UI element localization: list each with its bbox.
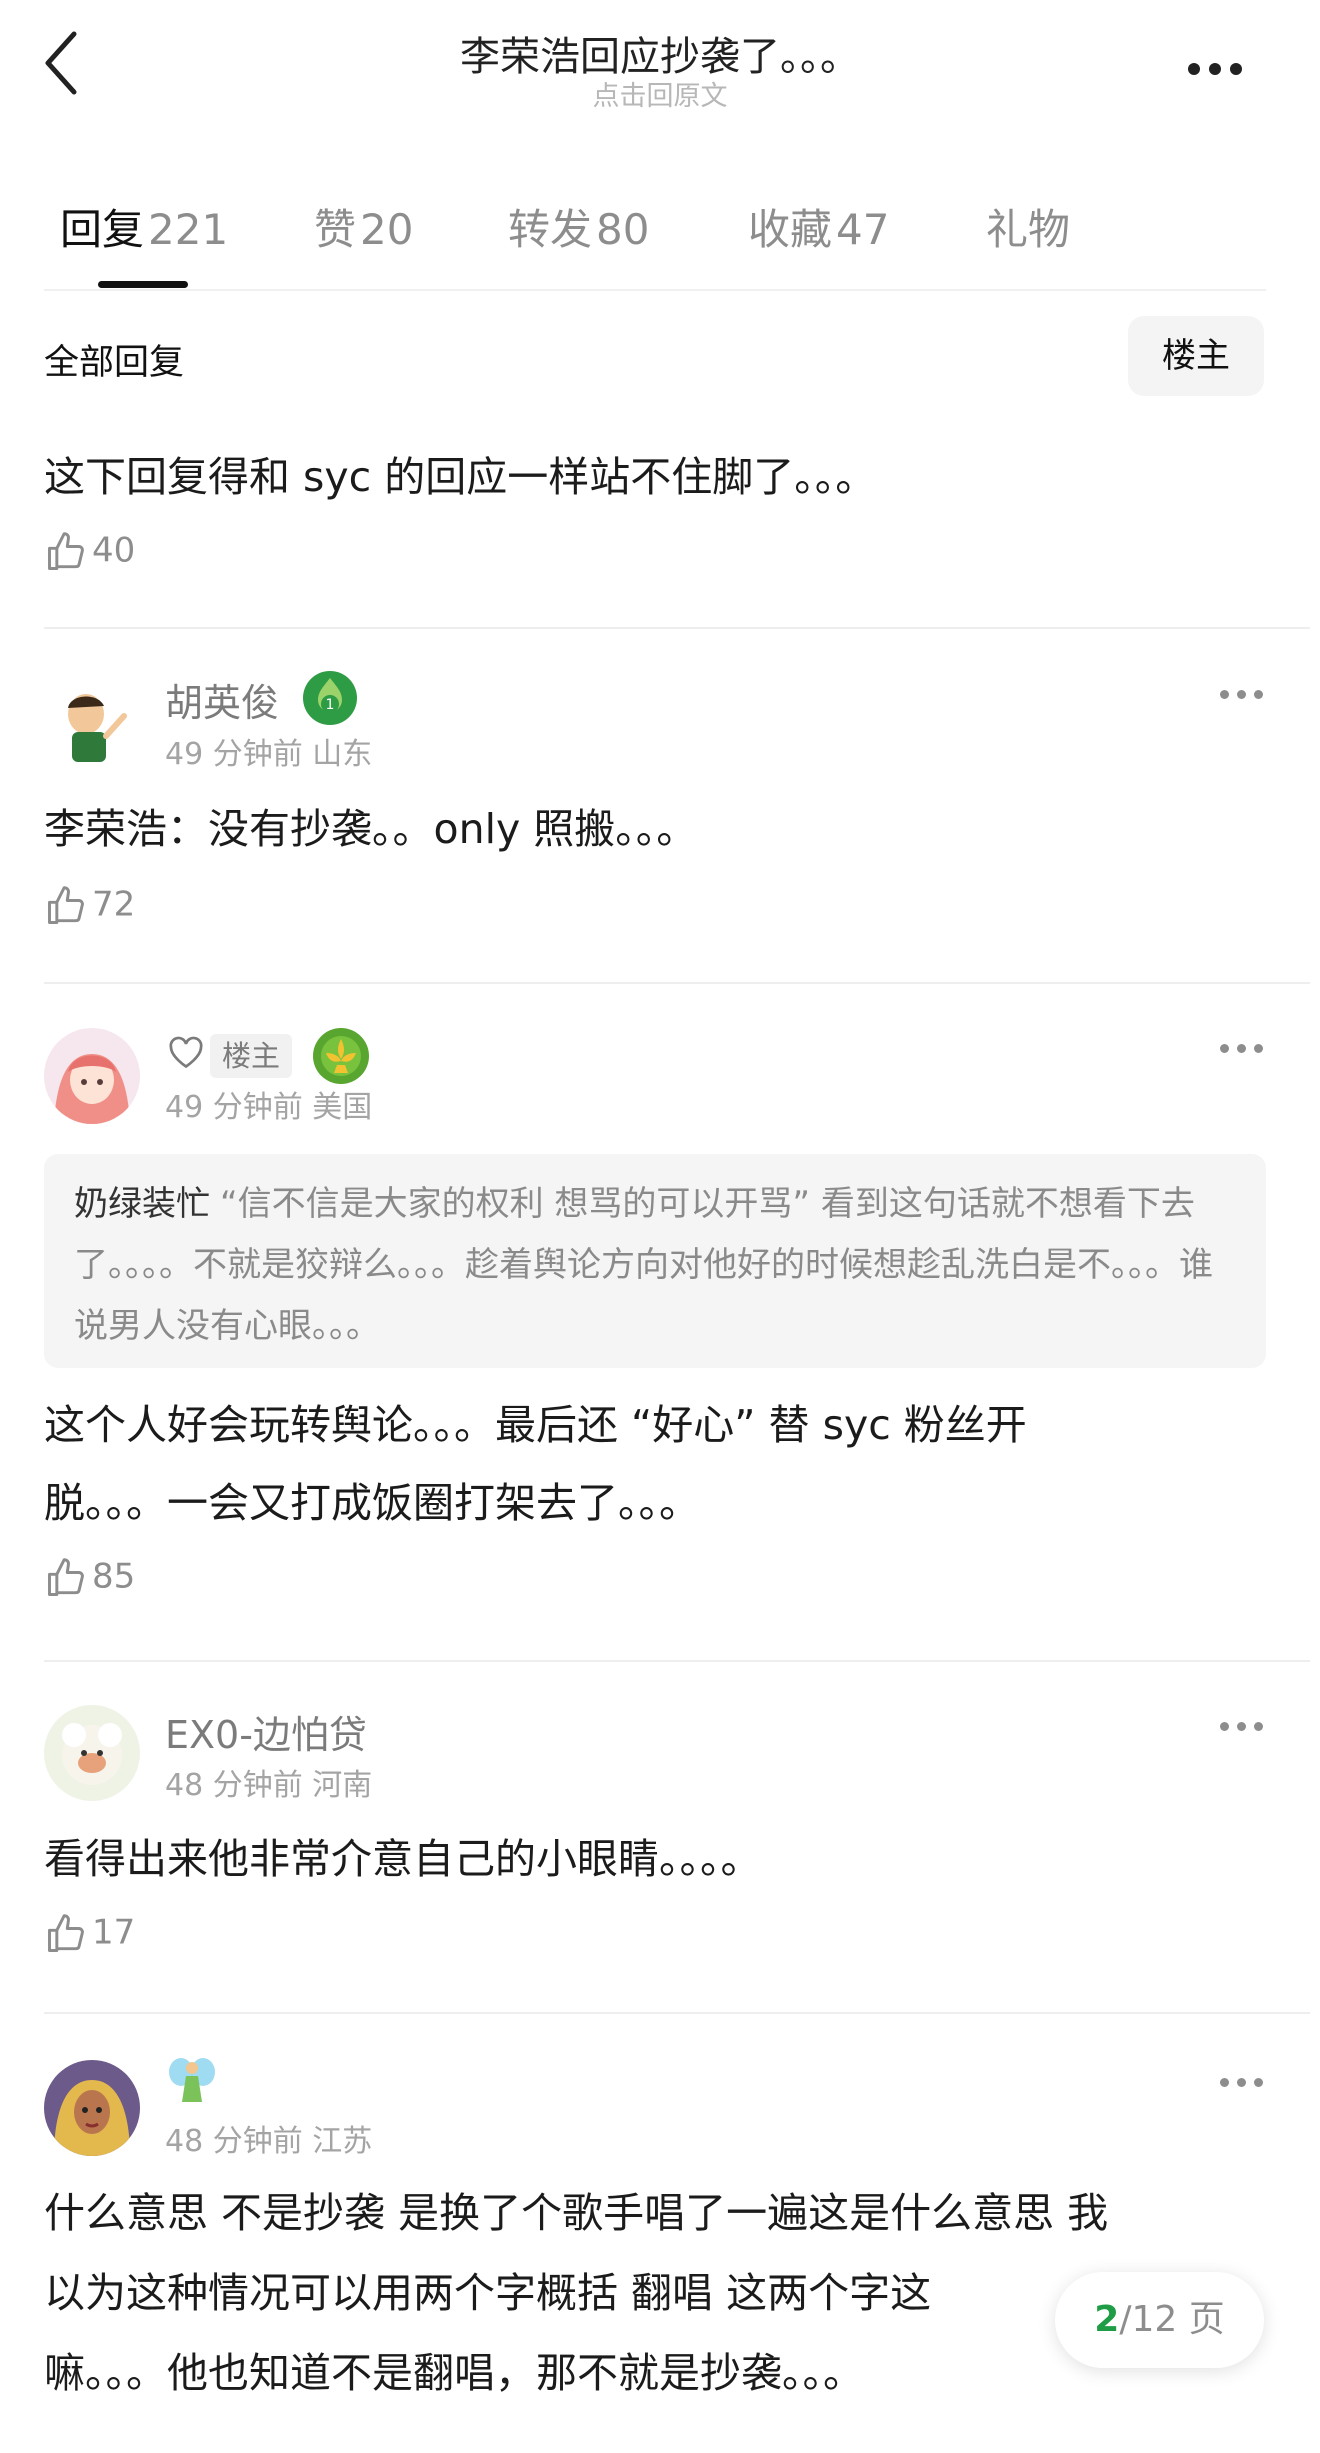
thumbs-up-icon <box>48 532 84 570</box>
comment-meta: 48 分钟前 河南 <box>165 1760 372 1804</box>
comment-more-icon[interactable] <box>1220 1722 1271 1731</box>
comment-location: 河南 <box>312 1768 373 1803</box>
thumbs-up-icon <box>48 1558 84 1596</box>
like-button[interactable]: 72 <box>44 884 135 928</box>
comment-text: 看得出来他非常介意自己的小眼睛。。。。 <box>44 1835 762 1883</box>
more-options-icon[interactable] <box>1188 60 1251 79</box>
divider <box>44 2012 1310 2014</box>
divider <box>44 627 1310 629</box>
comment-more-icon[interactable] <box>1220 2078 1271 2087</box>
tab-label: 回复 <box>60 205 145 254</box>
tab-likes[interactable]: 赞20 <box>314 196 413 257</box>
like-button[interactable]: 40 <box>44 530 135 574</box>
tab-label: 收藏 <box>748 205 833 254</box>
level-badge-icon <box>312 1027 369 1084</box>
badge-level: 1 <box>326 697 335 713</box>
tab-label: 礼物 <box>986 205 1071 254</box>
comment-location: 山东 <box>312 737 373 772</box>
tab-label: 转发 <box>508 205 593 254</box>
tab-count: 47 <box>836 205 890 254</box>
like-button[interactable]: 85 <box>44 1556 135 1600</box>
tab-label: 赞 <box>314 205 357 254</box>
like-count: 85 <box>92 1556 136 1597</box>
reply-text: 这下回复得和 syc 的回应一样站不住脚了。。。 <box>44 453 877 501</box>
comment-meta: 48 分钟前 江苏 <box>165 2116 372 2160</box>
tab-favorites[interactable]: 收藏47 <box>748 196 889 257</box>
comment-text-line: 嘛。。。他也知道不是翻唱，那不就是抄袭。。。 <box>44 2349 864 2397</box>
op-tag: 楼主 <box>210 1034 293 1078</box>
divider <box>44 982 1310 984</box>
comment-text-line: 以为这种情况可以用两个字概括 翻唱 这两个字这 <box>44 2269 932 2317</box>
fairy-emoji-icon <box>165 2054 219 2114</box>
avatar[interactable] <box>44 674 140 770</box>
avatar[interactable] <box>44 1705 140 1801</box>
tab-gifts[interactable]: 礼物 <box>986 196 1074 257</box>
avatar[interactable] <box>44 1028 140 1124</box>
page-indicator-button[interactable]: 2/12 页 <box>1055 2272 1264 2368</box>
comment-text-line: 脱。。。一会又打成饭圈打架去了。。。 <box>44 1479 700 1527</box>
tab-reposts[interactable]: 转发80 <box>508 196 649 257</box>
like-count: 72 <box>92 884 136 925</box>
total-pages: /12 页 <box>1119 2299 1225 2340</box>
comment-text-line: 这个人好会玩转舆论。。。最后还 “好心” 替 syc 粉丝开 <box>44 1401 1027 1449</box>
quoted-text: “信不信是大家的权利 想骂的可以开骂” 看到这句话就不想看下去了。。。。不就是狡… <box>74 1184 1213 1346</box>
like-count: 17 <box>92 1912 136 1953</box>
avatar[interactable] <box>44 2060 140 2156</box>
level-badge-icon: 1 <box>302 670 358 726</box>
tab-count: 20 <box>360 205 414 254</box>
comment-meta: 49 分钟前 美国 <box>165 1082 372 1126</box>
like-button[interactable]: 17 <box>44 1912 135 1956</box>
comment-time: 48 分钟前 <box>165 1768 303 1803</box>
comment-text-line: 什么意思 不是抄袭 是换了个歌手唱了一遍这是什么意思 我 <box>44 2189 1109 2237</box>
all-replies-heading: 全部回复 <box>44 343 185 383</box>
comment-more-icon[interactable] <box>1220 690 1271 699</box>
comment-time: 49 分钟前 <box>165 1090 303 1125</box>
current-page: 2 <box>1094 2299 1120 2340</box>
username[interactable]: EX0-边怕贷 <box>165 1704 367 1759</box>
back-to-original-link[interactable]: 点击回原文 <box>0 74 1320 113</box>
like-count: 40 <box>92 530 136 571</box>
quoted-reply[interactable]: 奶绿装忙 “信不信是大家的权利 想骂的可以开骂” 看到这句话就不想看下去了。。。。… <box>44 1154 1266 1368</box>
comment-text: 李荣浩：没有抄袭。。only 照搬。。。 <box>44 805 698 853</box>
comment-location: 江苏 <box>312 2124 373 2159</box>
comment-meta: 49 分钟前 山东 <box>165 729 372 773</box>
tab-divider <box>44 289 1266 291</box>
comment-time: 49 分钟前 <box>165 737 303 772</box>
comment-time: 48 分钟前 <box>165 2124 303 2159</box>
op-only-filter-button[interactable]: 楼主 <box>1128 316 1264 396</box>
divider <box>44 1660 1310 1662</box>
favorite-heart-icon[interactable] <box>168 1036 204 1074</box>
tab-count: 80 <box>596 205 650 254</box>
username[interactable]: 胡英俊 <box>165 672 279 727</box>
comment-location: 美国 <box>312 1090 373 1125</box>
thumbs-up-icon <box>48 1914 84 1952</box>
tab-replies[interactable]: 回复221 <box>60 196 228 257</box>
active-tab-indicator <box>98 281 188 288</box>
quoted-username[interactable]: 奶绿装忙 <box>74 1184 210 1224</box>
tab-count: 221 <box>148 205 229 254</box>
thumbs-up-icon <box>48 886 84 924</box>
comment-more-icon[interactable] <box>1220 1044 1271 1053</box>
